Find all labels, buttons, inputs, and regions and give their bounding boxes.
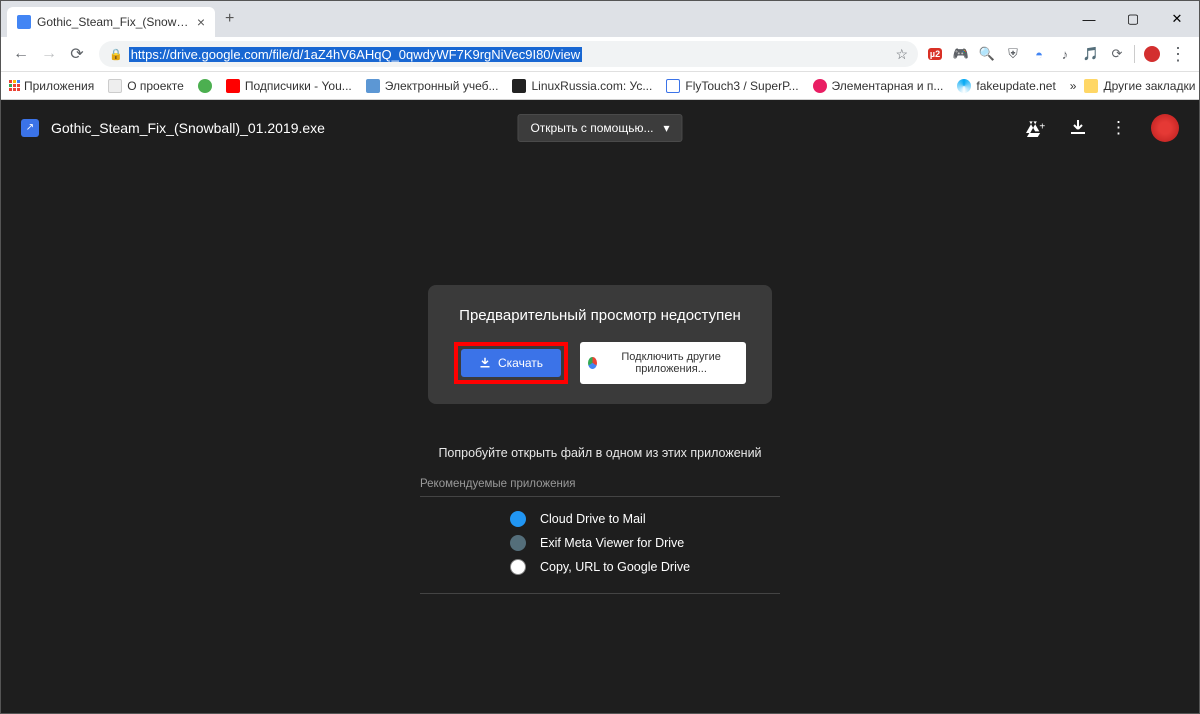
- download-icon[interactable]: [1070, 120, 1086, 136]
- app-icon: [510, 559, 526, 575]
- bookmarks-overflow-icon[interactable]: »: [1070, 79, 1077, 93]
- close-button[interactable]: ✕: [1155, 1, 1199, 37]
- wifi-icon[interactable]: ⟳: [1108, 45, 1126, 63]
- bookmark-item[interactable]: О проекте: [108, 79, 184, 93]
- folder-icon: [1084, 79, 1098, 93]
- file-name: Gothic_Steam_Fix_(Snowball)_01.2019.exe: [51, 120, 325, 136]
- drive-actions: + ⋮: [1026, 114, 1179, 142]
- forward-button[interactable]: →: [35, 40, 63, 68]
- recommended-app[interactable]: Copy, URL to Google Drive: [420, 555, 780, 579]
- apps-label: Приложения: [24, 79, 94, 93]
- browser-menu-icon[interactable]: ⋮: [1169, 45, 1187, 63]
- new-tab-button[interactable]: +: [225, 10, 234, 28]
- browser-menu-divider: [1134, 45, 1135, 63]
- svg-text:+: +: [1039, 121, 1045, 132]
- chrome-icon: [588, 357, 597, 369]
- apps-button[interactable]: Приложения: [9, 79, 94, 93]
- other-bookmarks[interactable]: Другие закладки: [1084, 79, 1195, 93]
- recommended-title: Рекомендуемые приложения: [420, 478, 780, 497]
- bookmark-favicon: [957, 79, 971, 93]
- file-type-icon: [21, 119, 39, 137]
- center-area: Предварительный просмотр недоступен Скач…: [1, 155, 1199, 594]
- highlight-box: Скачать: [454, 342, 568, 384]
- apps-grid-icon: [9, 80, 20, 91]
- tab-favicon: [17, 15, 31, 29]
- youtube-icon: [226, 79, 240, 93]
- tab-close-icon[interactable]: ×: [197, 14, 205, 30]
- window-titlebar: Gothic_Steam_Fix_(Snowball)_01... × + — …: [1, 1, 1199, 37]
- preview-unavailable-text: Предварительный просмотр недоступен: [459, 307, 741, 324]
- bookmarks-bar: Приложения О проекте Подписчики - You...…: [1, 72, 1199, 100]
- more-menu-icon[interactable]: ⋮: [1110, 118, 1127, 138]
- bookmark-favicon: [108, 79, 122, 93]
- profile-avatar[interactable]: [1151, 114, 1179, 142]
- try-open-text: Попробуйте открыть файл в одном из этих …: [438, 446, 761, 460]
- download-button[interactable]: Скачать: [461, 349, 561, 377]
- search-ext-icon[interactable]: 🔍: [978, 45, 996, 63]
- adblock-icon[interactable]: µ2: [926, 45, 944, 63]
- bookmark-favicon: [198, 79, 212, 93]
- url-text: https://drive.google.com/file/d/1aZ4hV6A…: [129, 47, 582, 62]
- minimize-button[interactable]: —: [1067, 1, 1111, 37]
- bookmark-item[interactable]: fakeupdate.net: [957, 79, 1055, 93]
- extension-icons: µ2 🎮 🔍 ⛨ ◓ ♪ 🎵 ⟳ ⋮: [926, 45, 1193, 63]
- cloud-icon[interactable]: ◓: [1030, 45, 1048, 63]
- recommended-app[interactable]: Cloud Drive to Mail: [420, 507, 780, 531]
- open-with-button[interactable]: Открыть с помощью... ▾: [517, 114, 682, 142]
- divider: [420, 593, 780, 594]
- recommended-section: Рекомендуемые приложения Cloud Drive to …: [420, 478, 780, 594]
- back-button[interactable]: ←: [7, 40, 35, 68]
- bookmark-item[interactable]: LinuxRussia.com: Ус...: [512, 79, 652, 93]
- drive-viewer: Gothic_Steam_Fix_(Snowball)_01.2019.exe …: [1, 100, 1199, 713]
- window-controls: — ▢ ✕: [1067, 1, 1199, 37]
- preview-unavailable-box: Предварительный просмотр недоступен Скач…: [428, 285, 772, 404]
- url-bar-row: ← → ⟳ 🔒 https://drive.google.com/file/d/…: [1, 37, 1199, 72]
- lock-icon: 🔒: [109, 48, 123, 61]
- bookmark-favicon: [366, 79, 380, 93]
- connect-apps-button[interactable]: Подключить другие приложения...: [580, 342, 746, 384]
- bookmark-item[interactable]: [198, 79, 212, 93]
- gamepad-icon[interactable]: 🎮: [952, 45, 970, 63]
- bookmark-item[interactable]: FlyTouch3 / SuperP...: [666, 79, 798, 93]
- music-icon[interactable]: ♪: [1056, 45, 1074, 63]
- add-to-drive-icon[interactable]: +: [1026, 119, 1046, 137]
- bookmark-item[interactable]: Электронный учеб...: [366, 79, 499, 93]
- app-icon: [510, 535, 526, 551]
- app-icon: [510, 511, 526, 527]
- bookmark-favicon: [813, 79, 827, 93]
- drive-header: Gothic_Steam_Fix_(Snowball)_01.2019.exe …: [1, 100, 1199, 155]
- bookmark-favicon: [666, 79, 680, 93]
- profile-icon[interactable]: [1143, 45, 1161, 63]
- bookmark-star-icon[interactable]: ☆: [895, 46, 908, 63]
- caret-down-icon: ▾: [664, 121, 670, 135]
- shield-icon[interactable]: ⛨: [1004, 45, 1022, 63]
- note-icon[interactable]: 🎵: [1082, 45, 1100, 63]
- recommended-app[interactable]: Exif Meta Viewer for Drive: [420, 531, 780, 555]
- url-input[interactable]: 🔒 https://drive.google.com/file/d/1aZ4hV…: [99, 41, 918, 67]
- browser-tab[interactable]: Gothic_Steam_Fix_(Snowball)_01... ×: [7, 7, 215, 37]
- maximize-button[interactable]: ▢: [1111, 1, 1155, 37]
- linux-icon: [512, 79, 526, 93]
- bookmark-item[interactable]: Подписчики - You...: [226, 79, 352, 93]
- download-icon: [479, 357, 491, 369]
- bookmark-item[interactable]: Элементарная и п...: [813, 79, 944, 93]
- tab-title: Gothic_Steam_Fix_(Snowball)_01...: [37, 15, 191, 29]
- reload-button[interactable]: ⟳: [63, 40, 91, 68]
